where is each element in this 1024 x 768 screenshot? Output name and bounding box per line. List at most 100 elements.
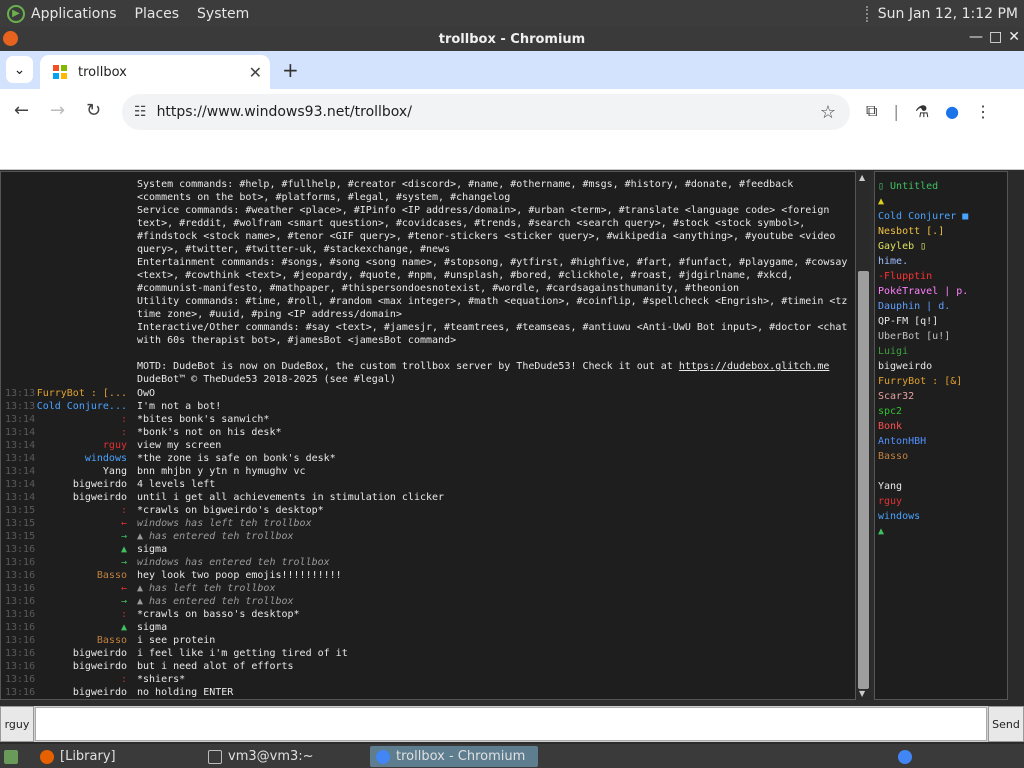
message-nick[interactable]: bigweirdo (73, 660, 127, 673)
message-nick[interactable]: : (121, 413, 127, 426)
forward-icon[interactable]: → (50, 100, 65, 121)
message-nick[interactable]: ▲ (121, 621, 127, 634)
user-list-item[interactable]: UberBot [u!] (878, 329, 1007, 344)
user-list-item[interactable]: hime. (878, 254, 1007, 269)
message-nick[interactable]: → (121, 556, 127, 569)
tray-chromium-button[interactable] (892, 746, 918, 767)
scroll-down-icon[interactable]: ▼ (859, 689, 865, 698)
chat-message: 13:14 bigweirdo until i get all achievemen… (1, 491, 855, 504)
taskbar-item-library[interactable]: [Library] (34, 746, 122, 767)
message-nick[interactable]: : (121, 426, 127, 439)
user-list-item[interactable]: PokéTravel | p. (878, 284, 1007, 299)
user-list-item[interactable]: ▲ (878, 194, 1007, 209)
menu-kebab-icon[interactable]: ⋮ (975, 102, 991, 121)
message-nick[interactable]: bigweirdo (73, 491, 127, 504)
taskbar-item-terminal[interactable]: vm3@vm3:~ (202, 746, 320, 767)
message-input[interactable] (35, 707, 987, 741)
menu-applications[interactable]: Applications (31, 6, 117, 22)
user-list-item[interactable]: spc2 (878, 404, 1007, 419)
bookmark-star-icon[interactable]: ☆ (820, 102, 836, 123)
message-text: 4 levels left (137, 479, 216, 490)
chat-scrollbar[interactable]: ▲ ▼ (856, 171, 871, 700)
clock[interactable]: Sun Jan 12, 1:12 PM (878, 6, 1018, 22)
window-titlebar[interactable]: trollbox - Chromium — □ ✕ (0, 27, 1024, 51)
close-window-icon[interactable]: ✕ (1008, 29, 1020, 45)
user-list-item[interactable]: AntonHBH (878, 434, 1007, 449)
message-nick[interactable]: bigweirdo (73, 478, 127, 491)
user-list-item[interactable]: Nesbott [.] (878, 224, 1007, 239)
user-list-item[interactable]: FurryBot : [&] (878, 374, 1007, 389)
chromium-window-icon[interactable] (3, 31, 18, 46)
terminal-icon (208, 749, 222, 764)
message-nick[interactable]: FurryBot : [... (37, 387, 127, 400)
user-list[interactable]: ▯ Untitled ▲ Cold Conjurer ■ Nesbott [.] Gay… (874, 171, 1008, 700)
user-list-item[interactable]: rguy (878, 494, 1007, 509)
message-text: *bonk's not on his desk* (137, 427, 282, 438)
chat-message: 13:14 rguy view my screen (1, 439, 855, 452)
scroll-up-icon[interactable]: ▲ (859, 173, 865, 182)
user-list-item[interactable]: QP-FM [q!] (878, 314, 1007, 329)
user-list-item[interactable]: Cold Conjurer ■ (878, 209, 1007, 224)
message-nick[interactable]: Cold Conjure... (37, 400, 127, 413)
message-time: 13:16 (5, 570, 36, 581)
extensions-icon[interactable]: ⧉ (866, 101, 877, 121)
user-list-item[interactable]: Dauphin | d. (878, 299, 1007, 314)
labs-flask-icon[interactable]: ⚗ (915, 102, 929, 121)
minimize-icon[interactable]: — (969, 29, 983, 45)
message-nick[interactable]: : (121, 673, 127, 686)
message-nick[interactable]: → (121, 595, 127, 608)
user-list-item[interactable]: bigweirdo (878, 359, 1007, 374)
user-list-item[interactable]: ▲ (878, 524, 1007, 539)
profile-avatar-icon[interactable]: ● (945, 102, 959, 121)
send-button[interactable]: Send (988, 706, 1024, 742)
message-nick[interactable]: bigweirdo (73, 686, 127, 699)
close-tab-icon[interactable]: ✕ (249, 63, 262, 82)
show-desktop-button[interactable] (2, 746, 20, 767)
distro-logo-icon[interactable]: ▶ (7, 4, 25, 23)
message-nick[interactable]: → (121, 530, 127, 543)
chat-scroll-thumb[interactable] (858, 271, 869, 689)
user-list-item[interactable]: windows (878, 509, 1007, 524)
user-list-item[interactable]: -Flupptin (878, 269, 1007, 284)
maximize-icon[interactable]: □ (989, 29, 1002, 45)
message-nick[interactable]: bigweirdo (73, 647, 127, 660)
user-list-item[interactable]: ▯ Untitled (878, 179, 1007, 194)
user-list-item[interactable]: Bonk (878, 419, 1007, 434)
user-list-item[interactable] (878, 464, 1007, 479)
user-list-item[interactable]: Scar32 (878, 389, 1007, 404)
message-nick[interactable]: : (121, 504, 127, 517)
reload-icon[interactable]: ↻ (86, 100, 101, 121)
user-list-item[interactable]: Gayleb ▯ (878, 239, 1007, 254)
tab-search-button[interactable]: ⌄ (6, 56, 33, 83)
message-nick[interactable]: ▲ (121, 543, 127, 556)
url-text[interactable]: https://www.windows93.net/trollbox/ (157, 104, 412, 120)
back-icon[interactable]: ← (14, 100, 29, 121)
menu-system[interactable]: System (197, 6, 249, 22)
address-bar[interactable]: ☷ https://www.windows93.net/trollbox/ ☆ (122, 94, 850, 130)
tab-trollbox[interactable]: trollbox ✕ (40, 55, 270, 89)
message-text: *the zone is safe on bonk's desk* (137, 453, 336, 464)
user-list-item[interactable]: Basso (878, 449, 1007, 464)
message-nick[interactable]: Basso (97, 569, 127, 582)
chat-message: 13:16 Basso i see protein (1, 634, 855, 647)
site-info-icon[interactable]: ☷ (134, 104, 147, 120)
taskbar-item-chromium[interactable]: trollbox - Chromium (370, 746, 538, 767)
desktop-icon (4, 749, 18, 764)
message-nick[interactable]: windows (85, 452, 127, 465)
user-list-scrollbar[interactable] (1008, 171, 1024, 700)
message-text: sigma (137, 622, 168, 633)
chat-log[interactable]: System commands: #help, #fullhelp, #crea… (0, 171, 856, 700)
message-nick[interactable]: Basso (97, 634, 127, 647)
nickname-button[interactable]: rguy (0, 706, 34, 742)
user-list-item[interactable]: Yang (878, 479, 1007, 494)
help-entertainment-commands: Entertainment commands: #songs, #song <s… (137, 257, 848, 294)
new-tab-button[interactable]: + (282, 58, 299, 82)
message-nick[interactable]: rguy (103, 439, 127, 452)
message-nick[interactable]: ← (121, 517, 127, 530)
message-nick[interactable]: ← (121, 582, 127, 595)
menu-places[interactable]: Places (135, 6, 180, 22)
motd-link[interactable]: https://dudebox.glitch.me (679, 361, 830, 372)
user-list-item[interactable]: Luigi (878, 344, 1007, 359)
message-nick[interactable]: : (121, 608, 127, 621)
message-nick[interactable]: Yang (103, 465, 127, 478)
